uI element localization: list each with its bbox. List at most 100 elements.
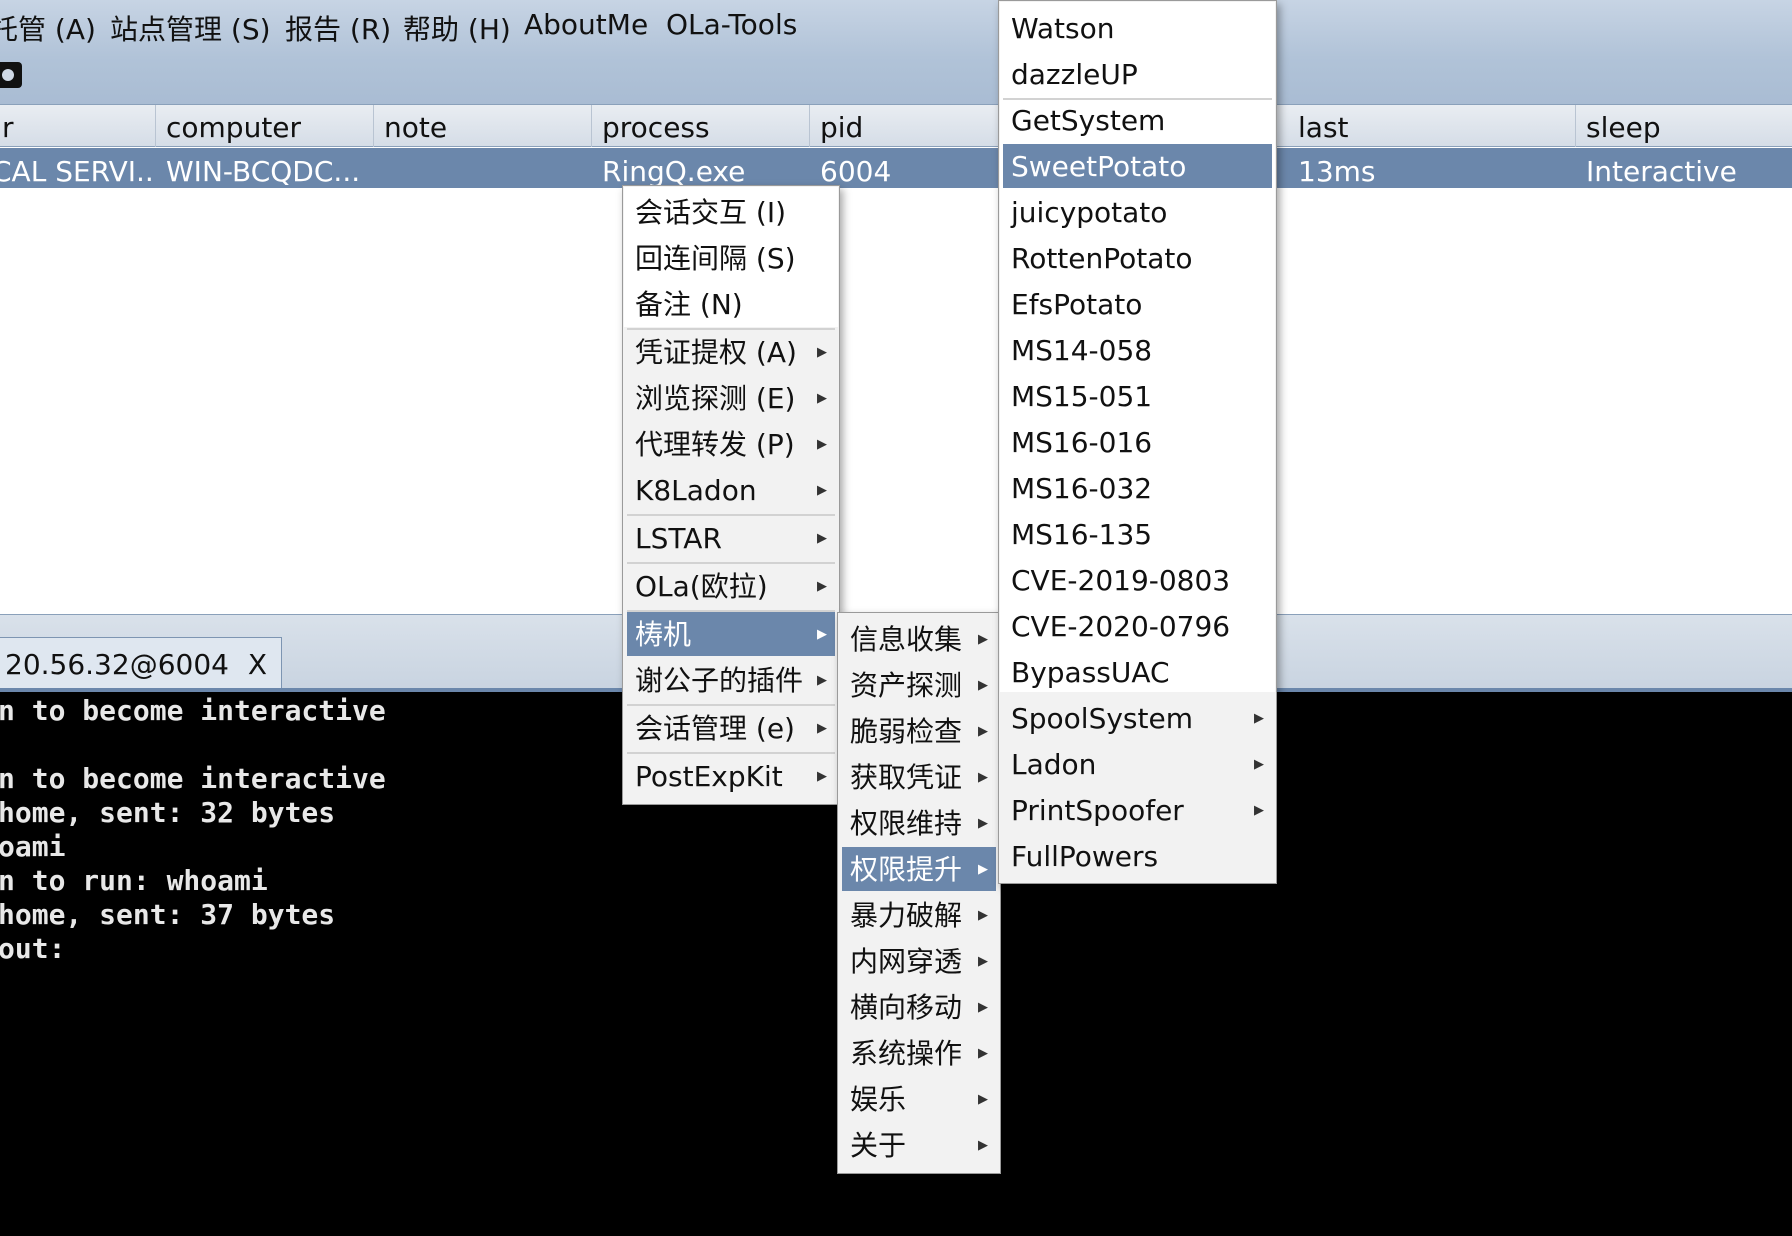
menu-item-k8ladon[interactable]: K8Ladon ▶ bbox=[627, 468, 835, 512]
menu-item-taowu[interactable]: 梼机 ▶ bbox=[627, 612, 835, 656]
submenu-item-brute-force[interactable]: 暴力破解 ▶ bbox=[842, 893, 996, 937]
menu-item-session-management[interactable]: 会话管理 (e) ▶ bbox=[627, 706, 835, 750]
submenu-item-sweetpotato[interactable]: SweetPotato bbox=[1003, 144, 1272, 188]
menu-item-label: 暴力破解 bbox=[850, 899, 963, 932]
console-line: n to become interactive bbox=[0, 762, 386, 795]
menu-ola-tools[interactable]: OLa-Tools bbox=[666, 8, 797, 41]
submenu-arrow-icon: ▶ bbox=[817, 483, 827, 498]
menu-item-label: 资产探测 bbox=[850, 669, 963, 702]
menu-item-xie-plugins[interactable]: 谢公子的插件 ▶ bbox=[627, 658, 835, 702]
menu-item-label: 横向移动 bbox=[850, 991, 963, 1024]
submenu-item-rottenpotato[interactable]: RottenPotato bbox=[1003, 236, 1272, 280]
menu-item-label: 系统操作 bbox=[850, 1037, 963, 1070]
menu-item-label: 权限提升 bbox=[850, 853, 963, 886]
console-line: home, sent: 37 bytes bbox=[0, 898, 336, 931]
console-line: n to become interactive bbox=[0, 694, 386, 727]
submenu-item-bypassuac[interactable]: BypassUAC bbox=[1003, 650, 1272, 694]
column-header-note[interactable]: note bbox=[374, 105, 592, 147]
menu-item-label: 获取凭证 bbox=[850, 761, 963, 794]
column-header-pid[interactable]: pid bbox=[810, 105, 1000, 147]
menu-item-label: 娱乐 bbox=[850, 1083, 907, 1116]
submenu-item-entertainment[interactable]: 娱乐 ▶ bbox=[842, 1077, 996, 1121]
submenu-arrow-icon: ▶ bbox=[817, 437, 827, 452]
camera-icon[interactable] bbox=[0, 62, 22, 88]
menubar-area: 托管 (A) 站点管理 (S) 报告 (R) 帮助 (H) AboutMe OL… bbox=[0, 0, 1792, 105]
menu-item-label: 会话管理 (e) bbox=[635, 712, 795, 745]
submenu-arrow-icon: ▶ bbox=[978, 1092, 988, 1107]
menu-item-label: OLa(欧拉) bbox=[635, 570, 768, 603]
submenu-item-lateral-movement[interactable]: 横向移动 ▶ bbox=[842, 985, 996, 1029]
menu-item-session-interact[interactable]: 会话交互 (I) bbox=[627, 190, 835, 234]
submenu-arrow-icon: ▶ bbox=[978, 908, 988, 923]
submenu-item-persistence[interactable]: 权限维持 ▶ bbox=[842, 801, 996, 845]
submenu-arrow-icon: ▶ bbox=[978, 1000, 988, 1015]
submenu-item-ms16-016[interactable]: MS16-016 bbox=[1003, 420, 1272, 464]
table-row[interactable]: CAL SERVI... WIN-BCQDC... RingQ.exe 6004… bbox=[0, 148, 1792, 188]
menu-aboutme[interactable]: AboutMe bbox=[524, 8, 648, 41]
menu-item-proxy-forward[interactable]: 代理转发 (P) ▶ bbox=[627, 422, 835, 466]
submenu-item-system-operation[interactable]: 系统操作 ▶ bbox=[842, 1031, 996, 1075]
submenu-item-ladon[interactable]: Ladon ▶ bbox=[1003, 742, 1272, 786]
submenu-arrow-icon: ▶ bbox=[978, 1046, 988, 1061]
submenu-item-juicypotato[interactable]: juicypotato bbox=[1003, 190, 1272, 234]
column-header-user[interactable]: r bbox=[0, 105, 156, 147]
submenu-item-fullpowers[interactable]: FullPowers bbox=[1003, 834, 1272, 878]
submenu-item-ms15-051[interactable]: MS15-051 bbox=[1003, 374, 1272, 418]
menu-item-label: SpoolSystem bbox=[1011, 702, 1193, 735]
submenu-item-info-gathering[interactable]: 信息收集 ▶ bbox=[842, 617, 996, 661]
tab-beacon-console[interactable]: 20.56.32@6004 X bbox=[0, 637, 282, 693]
submenu-item-ms16-032[interactable]: MS16-032 bbox=[1003, 466, 1272, 510]
tab-label: 20.56.32@6004 bbox=[5, 648, 229, 681]
submenu-item-ms16-135[interactable]: MS16-135 bbox=[1003, 512, 1272, 556]
submenu-item-spoolsystem[interactable]: SpoolSystem ▶ bbox=[1003, 696, 1272, 740]
submenu-item-about[interactable]: 关于 ▶ bbox=[842, 1123, 996, 1167]
menu-item-postexpkit[interactable]: PostExpKit ▶ bbox=[627, 754, 835, 798]
submenu-item-dazzleup[interactable]: dazzleUP bbox=[1003, 52, 1272, 96]
column-header-process[interactable]: process bbox=[592, 105, 810, 147]
taowu-submenu: 信息收集 ▶ 资产探测 ▶ 脆弱检查 ▶ 获取凭证 ▶ 权限维持 ▶ 权限提升 … bbox=[837, 612, 1001, 1174]
menu-item-label: PrintSpoofer bbox=[1011, 794, 1184, 827]
submenu-item-cve-2019-0803[interactable]: CVE-2019-0803 bbox=[1003, 558, 1272, 602]
cell-sleep: Interactive bbox=[1586, 155, 1737, 188]
submenu-item-getsystem[interactable]: GetSystem bbox=[1003, 98, 1272, 142]
submenu-arrow-icon: ▶ bbox=[978, 1138, 988, 1153]
submenu-arrow-icon: ▶ bbox=[978, 770, 988, 785]
tab-close-button[interactable]: X bbox=[248, 638, 267, 692]
submenu-arrow-icon: ▶ bbox=[978, 816, 988, 831]
session-context-menu: 会话交互 (I) 回连间隔 (S) 备注 (N) 凭证提权 (A) ▶ 浏览探测… bbox=[622, 185, 840, 805]
menu-item-lstar[interactable]: LSTAR ▶ bbox=[627, 516, 835, 560]
column-header-last[interactable]: last bbox=[1288, 105, 1576, 147]
menu-item-ola[interactable]: OLa(欧拉) ▶ bbox=[627, 564, 835, 608]
submenu-item-ms14-058[interactable]: MS14-058 bbox=[1003, 328, 1272, 372]
menu-item-browse-explore[interactable]: 浏览探测 (E) ▶ bbox=[627, 376, 835, 420]
menu-report[interactable]: 报告 (R) bbox=[285, 8, 391, 48]
submenu-arrow-icon: ▶ bbox=[817, 721, 827, 736]
submenu-item-intranet-tunnel[interactable]: 内网穿透 ▶ bbox=[842, 939, 996, 983]
submenu-item-privilege-escalation[interactable]: 权限提升 ▶ bbox=[842, 847, 996, 891]
menu-item-credential-escalation[interactable]: 凭证提权 (A) ▶ bbox=[627, 330, 835, 374]
column-header-sleep[interactable]: sleep bbox=[1576, 105, 1792, 147]
menu-item-sleep-interval[interactable]: 回连间隔 (S) bbox=[627, 236, 835, 280]
submenu-item-cve-2020-0796[interactable]: CVE-2020-0796 bbox=[1003, 604, 1272, 648]
cell-user: CAL SERVI... bbox=[0, 155, 156, 188]
submenu-arrow-icon: ▶ bbox=[978, 632, 988, 647]
column-header-computer[interactable]: computer bbox=[156, 105, 374, 147]
menu-item-note[interactable]: 备注 (N) bbox=[627, 282, 835, 326]
submenu-arrow-icon: ▶ bbox=[978, 954, 988, 969]
submenu-item-efspotato[interactable]: EfsPotato bbox=[1003, 282, 1272, 326]
menu-help[interactable]: 帮助 (H) bbox=[403, 8, 511, 48]
submenu-item-printspoofer[interactable]: PrintSpoofer ▶ bbox=[1003, 788, 1272, 832]
submenu-arrow-icon: ▶ bbox=[817, 673, 827, 688]
submenu-item-watson[interactable]: Watson bbox=[1003, 6, 1272, 50]
submenu-arrow-icon: ▶ bbox=[817, 579, 827, 594]
menu-hosting[interactable]: 托管 (A) bbox=[0, 8, 96, 48]
submenu-arrow-icon: ▶ bbox=[1254, 803, 1264, 818]
submenu-item-asset-detection[interactable]: 资产探测 ▶ bbox=[842, 663, 996, 707]
submenu-arrow-icon: ▶ bbox=[817, 769, 827, 784]
submenu-arrow-icon: ▶ bbox=[978, 678, 988, 693]
submenu-item-get-credentials[interactable]: 获取凭证 ▶ bbox=[842, 755, 996, 799]
menu-item-label: K8Ladon bbox=[635, 474, 757, 507]
menu-site-management[interactable]: 站点管理 (S) bbox=[110, 8, 271, 48]
submenu-item-vuln-check[interactable]: 脆弱检查 ▶ bbox=[842, 709, 996, 753]
menu-item-label: 谢公子的插件 bbox=[635, 664, 804, 697]
